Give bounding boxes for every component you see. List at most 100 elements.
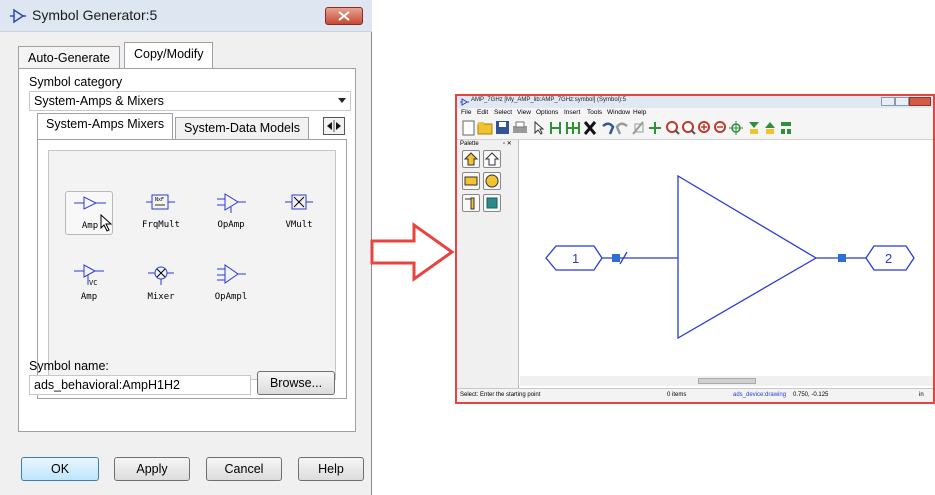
vc-amplifier-icon: VC: [74, 264, 104, 287]
menu-options[interactable]: Options: [536, 109, 558, 116]
insert-pin-icon[interactable]: [550, 122, 561, 134]
symbol-canvas[interactable]: 1 2: [520, 140, 933, 376]
dialog-title: Symbol Generator:5: [32, 7, 158, 23]
delete-icon[interactable]: [583, 121, 597, 135]
toolbar: [457, 118, 933, 140]
circle-icon: [485, 174, 499, 188]
menu-select[interactable]: Select: [494, 109, 512, 116]
status-item-count: 0 items: [667, 392, 687, 398]
symbol-label: VMult: [285, 220, 313, 230]
redo-icon[interactable]: [615, 122, 628, 135]
menu-edit[interactable]: Edit: [477, 109, 488, 116]
dialog-close-button[interactable]: [325, 7, 363, 25]
status-bar: Select: Enter the starting point 0 items…: [457, 388, 933, 402]
toolbar-icons: [462, 120, 791, 136]
move-icon[interactable]: [649, 122, 661, 134]
symbol-mixer-button[interactable]: Mixer: [137, 263, 185, 307]
palette-pin-outline-tool[interactable]: [483, 150, 501, 168]
symbol-editor-window: AMP_7GHz [My_AMP_lib:AMP_7GHz:symbol] (S…: [455, 94, 935, 404]
menu-insert[interactable]: Insert: [564, 109, 580, 116]
horizontal-scrollbar[interactable]: [520, 376, 933, 386]
symbol-category-value: System-Amps & Mixers: [34, 94, 164, 108]
symbol-amp-vc-button[interactable]: VC Amp: [65, 263, 113, 307]
select-arrow-icon[interactable]: [534, 120, 545, 135]
pan-icon[interactable]: [729, 121, 743, 135]
pin-icon: [465, 197, 475, 210]
tab-system-data-models[interactable]: System-Data Models: [175, 117, 310, 140]
status-prompt: Select: Enter the starting point: [460, 392, 541, 398]
apply-button[interactable]: Apply: [114, 457, 190, 481]
menu-file[interactable]: File: [461, 109, 471, 116]
ruler-icon[interactable]: [632, 121, 644, 135]
print-icon[interactable]: [513, 121, 527, 133]
palette-pin-up-tool[interactable]: [462, 150, 480, 168]
palette-panel: Palette ▫ ✕: [457, 140, 519, 388]
zoom-area-icon[interactable]: [682, 121, 696, 135]
undo-icon[interactable]: [602, 122, 615, 135]
symbol-amp-button[interactable]: Amp: [65, 191, 113, 235]
tab-scroll-arrows-icon: [327, 120, 341, 132]
dialog-titlebar: Symbol Generator:5: [0, 0, 372, 32]
frequency-multiplier-icon: NxF: [146, 194, 175, 210]
symbol-opamp-button[interactable]: OpAmp: [207, 191, 255, 235]
ok-button[interactable]: OK: [21, 457, 99, 481]
component-icon: [486, 197, 498, 209]
symbol-name-label: Symbol name:: [29, 359, 109, 373]
hierarchy-icon[interactable]: [781, 122, 791, 134]
symbol-frqmult-button[interactable]: NxF FrqMult: [137, 191, 185, 235]
status-context: ads_device:drawing: [733, 392, 787, 398]
palette-title: Palette: [460, 141, 479, 147]
pin-1-label: 1: [572, 251, 579, 266]
symbol-vmult-button[interactable]: VMult: [275, 191, 323, 235]
zoom-fit-icon[interactable]: [666, 121, 680, 135]
right-arrow-icon: [370, 222, 455, 282]
help-button[interactable]: Help: [298, 457, 364, 481]
menu-view[interactable]: View: [517, 109, 531, 116]
symbol-label: FrqMult: [142, 220, 180, 230]
status-coordinates: 0.750, -0.125: [793, 392, 829, 398]
symbol-name-input[interactable]: ads_behavioral:AmpH1H2: [29, 375, 251, 395]
palette-controls[interactable]: ▫ ✕: [503, 140, 512, 147]
symbol-label: OpAmp: [217, 220, 245, 230]
maximize-button[interactable]: [895, 97, 909, 106]
tab-copy-modify[interactable]: Copy/Modify: [124, 42, 214, 69]
scrollbar-thumb[interactable]: [698, 378, 756, 384]
push-into-icon[interactable]: [749, 122, 759, 134]
palette-component-tool[interactable]: [483, 194, 501, 212]
browse-button[interactable]: Browse...: [257, 371, 335, 395]
symbol-label: Mixer: [147, 292, 175, 302]
zoom-in-icon[interactable]: [698, 121, 710, 133]
arrow-up-shape-icon: [463, 152, 479, 166]
palette-rectangle-tool[interactable]: [462, 172, 480, 190]
zoom-out-icon[interactable]: [714, 121, 726, 133]
symbol-generator-dialog: Symbol Generator:5 Auto-Generate Copy/Mo…: [0, 0, 372, 495]
insert-wire-icon[interactable]: [566, 122, 580, 134]
window-close-button[interactable]: [909, 97, 931, 106]
open-folder-icon[interactable]: [477, 122, 493, 135]
menu-bar: File Edit Select View Options Insert Too…: [457, 108, 933, 118]
amplifier-symbol-drawing: 1 2: [545, 174, 915, 340]
symbol-category-label: Symbol category: [29, 75, 123, 89]
cursor-arrow-icon: [100, 214, 113, 232]
palette-circle-tool[interactable]: [483, 172, 501, 190]
palette-pin-tool[interactable]: [462, 194, 480, 212]
symbol-category-select[interactable]: System-Amps & Mixers: [29, 91, 351, 111]
menu-help[interactable]: Help: [633, 109, 646, 116]
symbol-palette: Amp NxF FrqMult OpAmp VMult VC Amp Mixer…: [48, 150, 336, 380]
tab-system-amps-mixers[interactable]: System-Amps Mixers: [37, 113, 174, 140]
symbol-window-title: AMP_7GHz [My_AMP_lib:AMP_7GHz:symbol] (S…: [471, 97, 627, 103]
save-icon[interactable]: [496, 121, 509, 134]
voltage-multiplier-icon: [285, 194, 313, 210]
pop-out-icon[interactable]: [765, 122, 775, 134]
cancel-button[interactable]: Cancel: [206, 457, 282, 481]
tab-auto-generate[interactable]: Auto-Generate: [18, 46, 120, 70]
opamp-limiter-icon: [217, 264, 246, 284]
menu-tools[interactable]: Tools: [587, 109, 602, 116]
new-file-icon[interactable]: [462, 120, 475, 136]
minimize-button[interactable]: [881, 97, 895, 106]
symbol-opampl-button[interactable]: OpAmpl: [207, 263, 255, 307]
menu-window[interactable]: Window: [607, 109, 630, 116]
tab-scroll-buttons[interactable]: [323, 117, 345, 135]
symbol-label: Amp: [80, 292, 98, 302]
opamp-icon: [217, 193, 246, 213]
